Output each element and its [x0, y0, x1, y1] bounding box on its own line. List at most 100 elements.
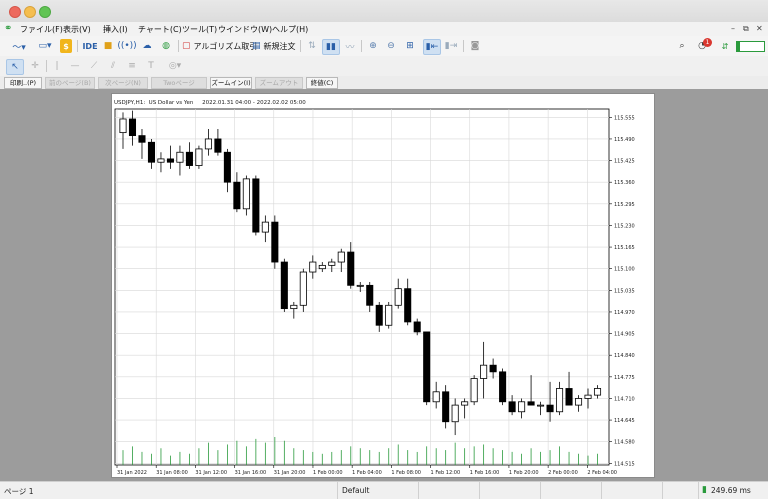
vps-icon[interactable]: ◍ — [159, 39, 173, 53]
horizontal-line-icon[interactable]: — — [68, 59, 82, 73]
menu-view[interactable]: 表示(V) — [63, 24, 91, 35]
print-page: USDJPY,H1: US Dollar vs Yen 2022.01.31 0… — [111, 93, 655, 478]
candle-body — [385, 304, 393, 326]
candle — [242, 175, 250, 216]
status-cell: Default — [337, 482, 418, 499]
candle-body — [128, 118, 137, 137]
connection-strength-fill — [737, 42, 740, 51]
candle-body — [204, 138, 212, 150]
status-cell — [418, 482, 479, 499]
line-chart-icon[interactable]: 〰 — [343, 39, 357, 53]
close-child-icon[interactable]: ✕ — [756, 24, 763, 33]
minimize-child-icon[interactable]: – — [731, 24, 735, 33]
candlestick-chart: 115.555 115.490 115.425 115.360 115.295 115.2… — [114, 108, 635, 476]
candle — [271, 215, 279, 269]
lock-icon[interactable]: ■ — [102, 39, 114, 53]
shapes-dropdown-icon[interactable]: ◎▾ — [164, 59, 186, 73]
next-page-button[interactable]: 次ページ(N) — [98, 77, 148, 89]
grid-icon[interactable]: ⊞ — [403, 39, 417, 53]
menu-tools[interactable]: ツール(T) — [182, 24, 217, 35]
toolbar-separator — [77, 40, 78, 52]
notification-badge: 1 — [703, 38, 712, 47]
toolbar-separator — [463, 40, 464, 52]
fibonacci-icon[interactable]: ≡ — [125, 59, 139, 73]
candle-body — [138, 135, 146, 143]
screenshot-icon[interactable]: ◙ — [468, 39, 482, 53]
ping-value: 249.69 ms — [711, 486, 751, 495]
menu-window[interactable]: ウインドウ(W) — [218, 24, 272, 35]
x-tick-label: 31 Jan 08:00 — [156, 470, 188, 476]
stop-square-icon: ▢ — [182, 41, 191, 51]
app-logo-icon[interactable]: ⚭ — [4, 23, 12, 34]
prev-page-button[interactable]: 前のページ(B) — [45, 77, 95, 89]
trend-line-icon[interactable]: ⟋ — [87, 59, 101, 73]
status-cell — [479, 482, 540, 499]
ide-button[interactable]: IDE — [82, 39, 98, 53]
y-tick-label: 115.230 — [614, 223, 635, 229]
candle-body — [356, 284, 364, 287]
cursor-tool-icon[interactable]: ↖ — [6, 59, 24, 75]
candle-body — [565, 388, 573, 406]
minimize-window-button[interactable] — [24, 6, 36, 18]
search-icon[interactable]: ⌕ — [676, 39, 688, 53]
templates-dropdown[interactable]: ▭▾ — [34, 39, 56, 53]
zoom-out-button[interactable]: ズームアウト(O) — [255, 77, 303, 97]
y-tick-label: 114.580 — [614, 440, 635, 446]
y-tick-label: 115.165 — [614, 245, 635, 251]
bar-chart-icon[interactable]: ⇅ — [305, 39, 319, 53]
status-cell — [540, 482, 601, 499]
candle-body — [280, 261, 288, 310]
candle — [366, 282, 374, 312]
candle — [214, 128, 222, 156]
autoscroll-icon[interactable]: ▮⇤ — [423, 39, 441, 55]
candle — [328, 258, 336, 273]
print-button[interactable]: 印刷..(P) — [4, 77, 42, 89]
y-tick-label: 115.100 — [614, 267, 635, 273]
text-tool-icon[interactable]: T — [144, 59, 158, 73]
candlestick-chart-icon[interactable]: ▮▮ — [322, 39, 340, 55]
status-cell: ▮ 249.69 ms — [698, 482, 768, 499]
candle — [423, 331, 431, 406]
menu-help[interactable]: ヘルプ(H) — [272, 24, 308, 35]
x-tick-label: 1 Feb 08:00 — [391, 470, 421, 476]
close-preview-button[interactable]: 終値(C) — [306, 77, 338, 89]
crosshair-tool-icon[interactable]: ✛ — [28, 59, 42, 73]
zoom-window-button[interactable] — [39, 6, 51, 18]
y-tick-label: 115.490 — [614, 137, 635, 143]
x-tick-label: 1 Feb 12:00 — [431, 470, 461, 476]
x-tick-label: 31 Jan 2022 — [117, 470, 147, 476]
channel-icon[interactable]: ⫽ — [106, 59, 120, 73]
candle — [499, 368, 507, 406]
candle-body — [214, 138, 222, 153]
zoom-in-icon[interactable]: ⊕ — [366, 39, 380, 53]
algo-trading-button[interactable]: ▢ アルゴリズム取引 — [182, 39, 260, 53]
vertical-line-icon[interactable]: | — [51, 59, 63, 73]
new-order-button[interactable]: ▤ 新規注文 — [252, 39, 298, 53]
zoom-out-icon[interactable]: ⊖ — [384, 39, 398, 53]
zoom-in-button[interactable]: ズームイン(I) — [210, 77, 252, 89]
menu-chart[interactable]: チャート(C) — [138, 24, 182, 35]
candle — [138, 128, 146, 159]
chart-shift-icon[interactable]: ▮⇥ — [443, 39, 459, 53]
signal-icon[interactable]: ((•)) — [117, 39, 136, 53]
cloud-icon[interactable]: ☁ — [140, 39, 154, 53]
print-preview-toolbar: 印刷..(P) 前のページ(B) 次ページ(N) Twoページ ズームイン(I)… — [0, 76, 768, 97]
chart-type-dropdown[interactable]: 〜▾ — [8, 39, 30, 53]
two-pages-button[interactable]: Twoページ — [151, 77, 207, 89]
candle-body — [309, 261, 317, 273]
candle-body — [432, 391, 440, 403]
y-tick-label: 115.555 — [614, 115, 635, 121]
menu-insert[interactable]: 挿入(I) — [103, 24, 128, 35]
candle — [166, 145, 174, 169]
menu-file[interactable]: ファイル(F) — [20, 24, 63, 35]
market-icon[interactable]: $ — [60, 39, 72, 53]
candle-body — [147, 141, 156, 163]
candle-body — [404, 288, 412, 323]
restore-child-icon[interactable]: ⧉ — [743, 24, 749, 34]
candle — [252, 175, 260, 236]
candle-body — [185, 151, 193, 166]
candle — [480, 341, 488, 399]
candle-body — [442, 391, 450, 423]
candle-body — [423, 331, 431, 403]
close-window-button[interactable] — [9, 6, 21, 18]
